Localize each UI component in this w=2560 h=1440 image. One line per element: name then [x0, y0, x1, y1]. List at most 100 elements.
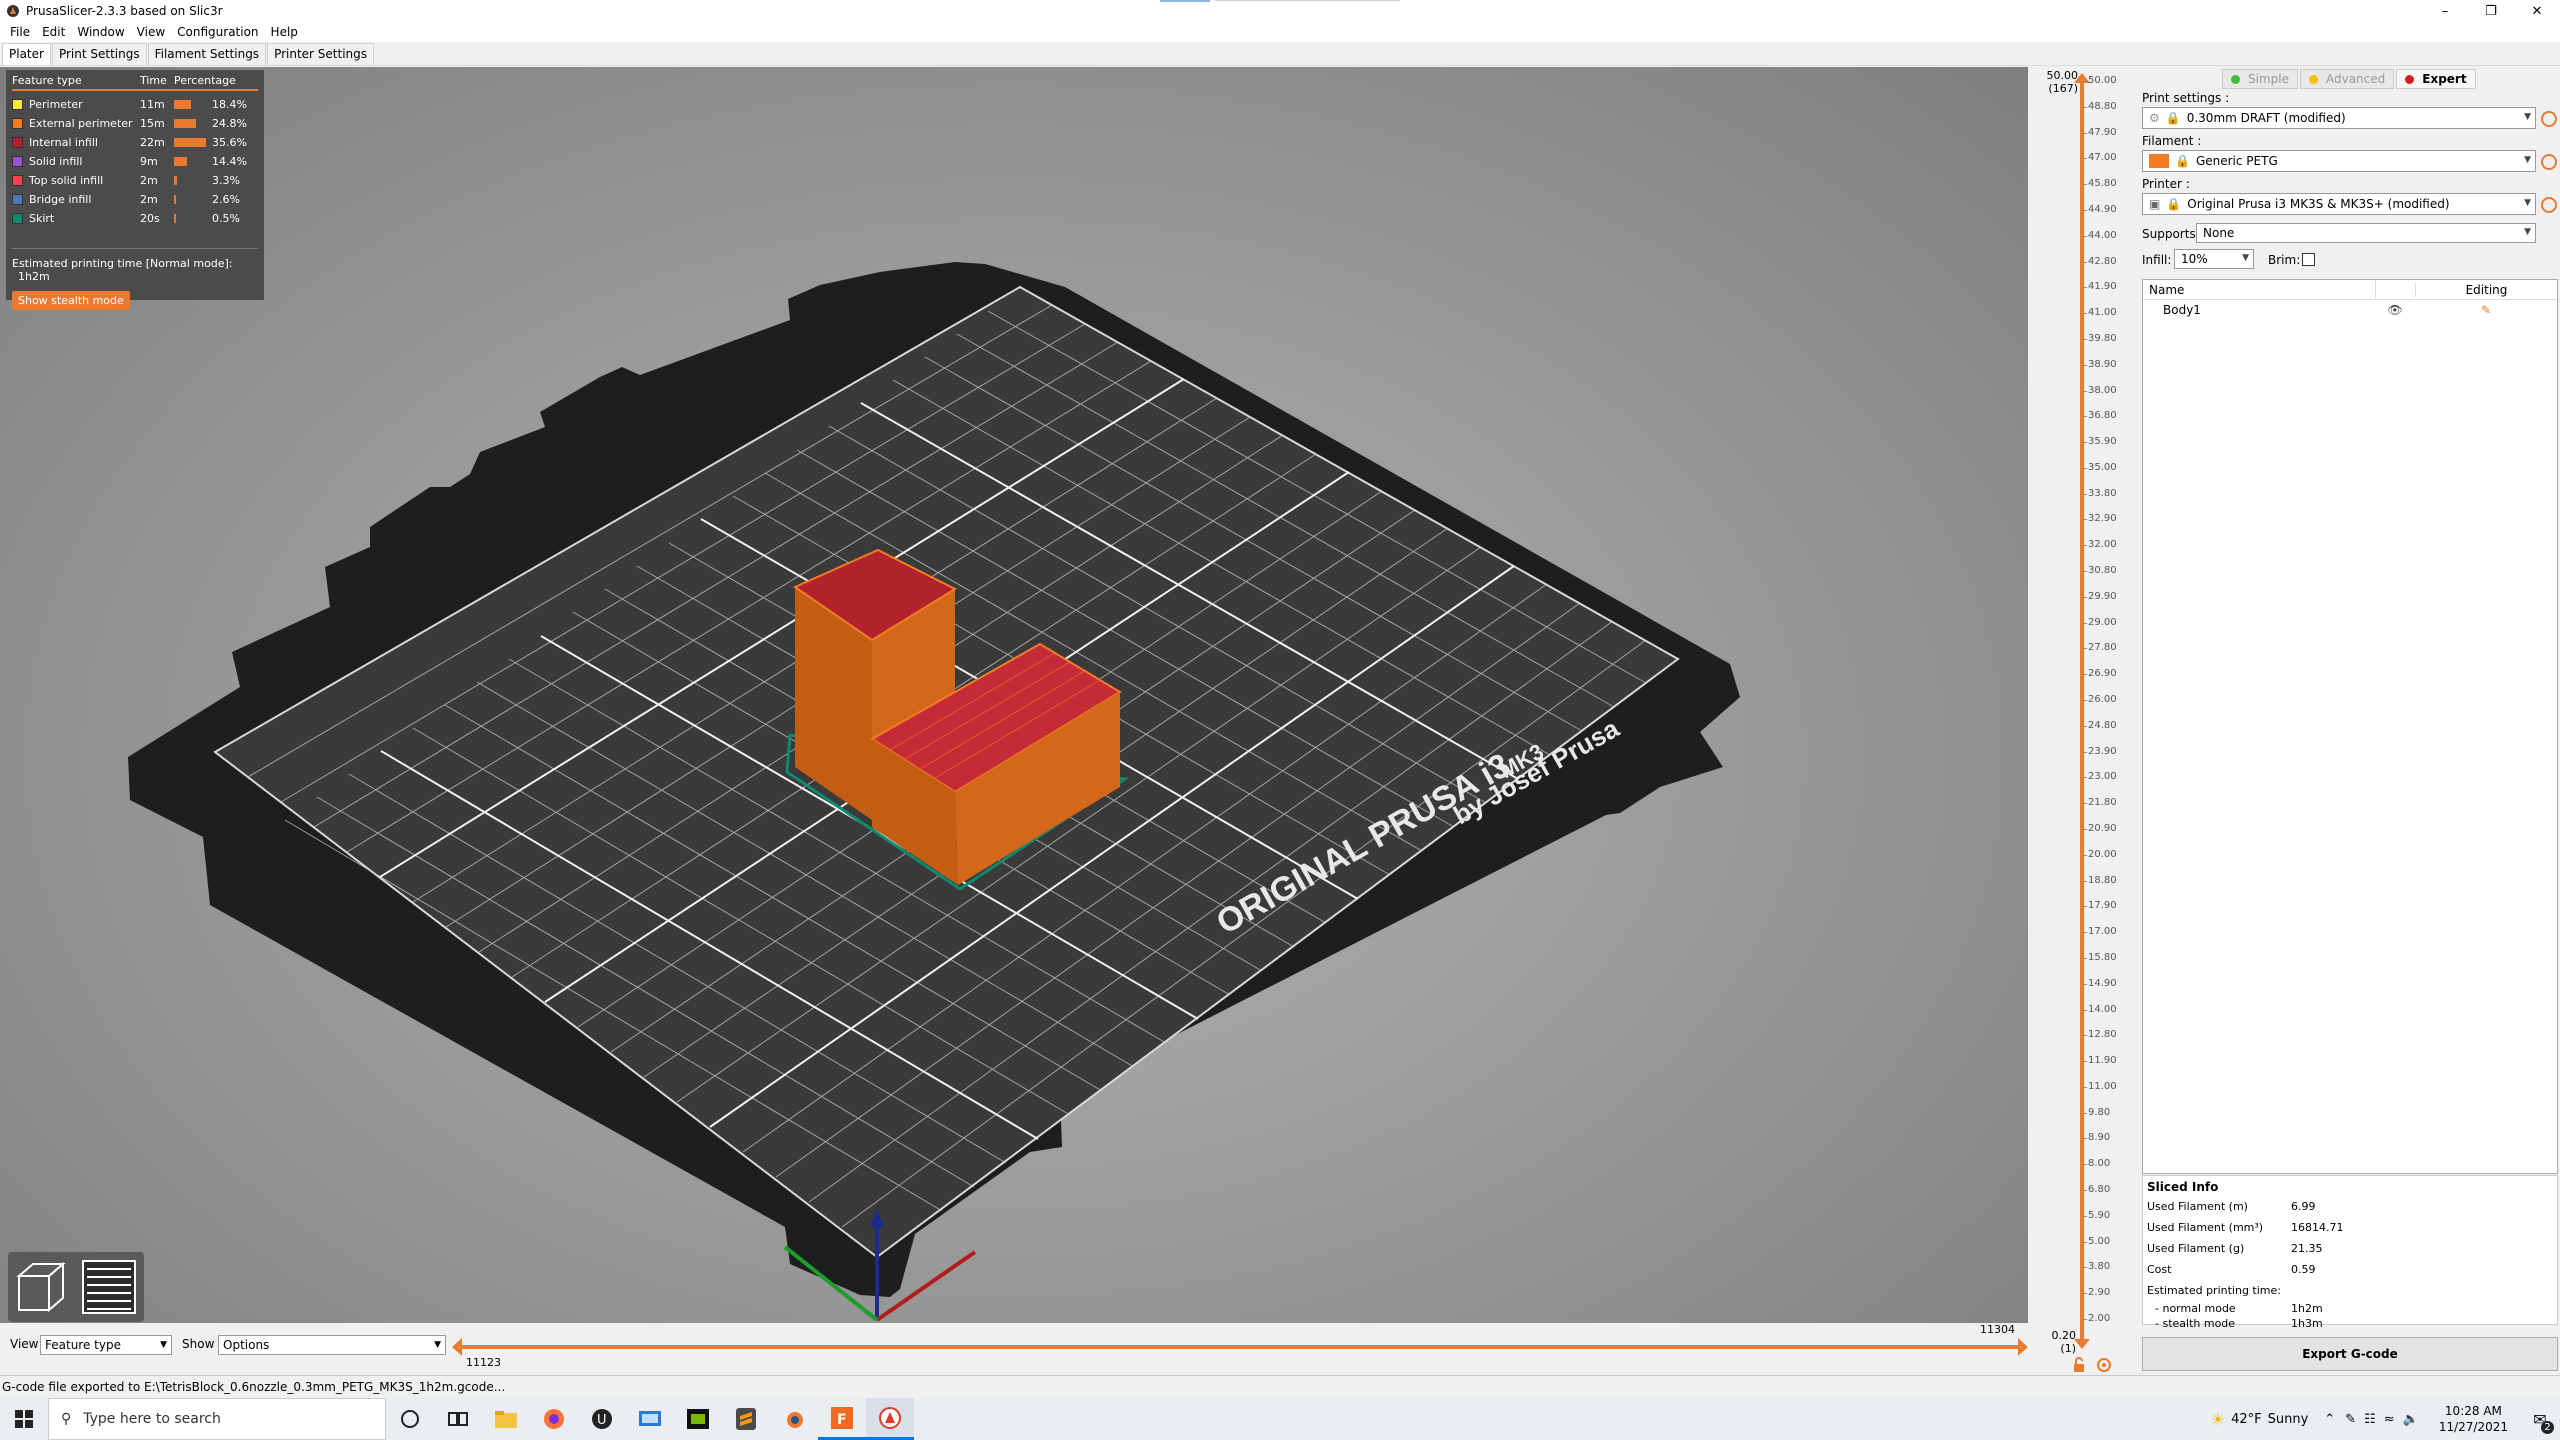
legend-time: 11m	[140, 98, 165, 111]
chevron-down-icon: ▼	[2242, 253, 2249, 263]
volume-icon[interactable]: 🔈	[2403, 1412, 2419, 1427]
layer-tick-label: 11.90	[2083, 1055, 2117, 1067]
3d-preview-canvas[interactable]: ORIGINAL PRUSA i3 MK3 by Josef Prusa	[0, 67, 2028, 1323]
file-explorer-icon[interactable]	[482, 1398, 530, 1440]
legend-row[interactable]: Perimeter 11m 18.4%	[12, 95, 258, 114]
cog-icon[interactable]	[2096, 1357, 2112, 1373]
legend-time: 2m	[140, 193, 158, 206]
nvidia-icon[interactable]	[674, 1398, 722, 1440]
layer-slider-track[interactable]	[2080, 79, 2084, 1344]
tab-printer-settings[interactable]: Printer Settings	[267, 43, 375, 65]
network-icon[interactable]: ☷	[2364, 1412, 2376, 1427]
menu-edit[interactable]: Edit	[36, 25, 71, 39]
printer-select[interactable]: ▣ 🔒 Original Prusa i3 MK3S & MK3S+ (modi…	[2142, 193, 2536, 215]
chevron-up-icon[interactable]: ⌃	[2324, 1412, 2335, 1427]
right-sidebar: Simple Advanced Expert Print settings : …	[2140, 67, 2560, 1375]
legend-row[interactable]: Internal infill 22m 35.6%	[12, 133, 258, 152]
show-stealth-mode-button[interactable]: Show stealth mode	[12, 291, 130, 310]
layer-slider[interactable]: 50.00 (167) 50.00 48.80 47.90 47.00 45.80 44.…	[2028, 67, 2140, 1375]
layer-tick-label: 17.90	[2083, 900, 2117, 912]
move-slider[interactable]	[452, 1338, 2028, 1356]
legend-feature-name: Perimeter	[29, 98, 83, 111]
remote-desktop-icon[interactable]	[626, 1398, 674, 1440]
legend-row[interactable]: Bridge infill 2m 2.6%	[12, 190, 258, 209]
menu-help[interactable]: Help	[265, 25, 304, 39]
tab-print-settings[interactable]: Print Settings	[51, 43, 147, 65]
eye-icon[interactable]: 👁	[2375, 303, 2415, 317]
export-gcode-button[interactable]: Export G-code	[2142, 1337, 2558, 1371]
legend-percentage-bar	[174, 195, 177, 204]
mode-simple-label: Simple	[2248, 72, 2289, 86]
sliced-est-title: Estimated printing time:	[2147, 1284, 2281, 1297]
window-controls: – ❐ ✕	[2422, 0, 2560, 22]
chevron-down-icon: ▼	[434, 1340, 441, 1350]
menu-configuration[interactable]: Configuration	[171, 25, 264, 39]
legend-row[interactable]: Solid infill 9m 14.4%	[12, 152, 258, 171]
object-list[interactable]: Name Editing Body1 👁 ✎	[2142, 279, 2558, 1174]
menu-file[interactable]: File	[4, 25, 36, 39]
show-options-select[interactable]: Options ▼	[218, 1335, 446, 1355]
layer-tick-label: 38.00	[2083, 384, 2117, 396]
taskbar-clock[interactable]: 10:28 AM 11/27/2021	[2439, 1403, 2508, 1435]
move-slider-right-thumb[interactable]	[2018, 1338, 2028, 1356]
view-type-select[interactable]: Feature type ▼	[40, 1335, 172, 1355]
view-layers-icon[interactable]	[79, 1257, 139, 1317]
legend-percentage-value: 2.6%	[211, 193, 240, 206]
close-button[interactable]: ✕	[2514, 0, 2560, 22]
legend-row[interactable]: Top solid infill 2m 3.3%	[12, 171, 258, 190]
pen-icon[interactable]: ✎	[2345, 1412, 2356, 1427]
cortana-icon[interactable]	[386, 1398, 434, 1440]
printer-edit-icon[interactable]	[2541, 197, 2557, 213]
filament-select[interactable]: 🔒 Generic PETG ▼	[2142, 150, 2536, 172]
brim-label: Brim:	[2268, 253, 2301, 267]
minimize-button[interactable]: –	[2422, 0, 2468, 22]
brim-checkbox[interactable]	[2302, 253, 2315, 266]
layer-slider-bottom-thumb[interactable]	[2072, 1337, 2092, 1351]
wifi-icon[interactable]: ≈	[2384, 1412, 2395, 1427]
layer-tick-label: 20.90	[2083, 822, 2117, 834]
system-tray: ☀ 42°F Sunny ⌃ ✎ ☷ ≈ 🔈 10:28 AM 11/27/20…	[2211, 1398, 2560, 1440]
view-3d-cube-icon[interactable]	[13, 1258, 69, 1316]
tab-plater[interactable]: Plater	[2, 43, 51, 65]
fusion360-icon[interactable]: F	[818, 1398, 866, 1440]
sublime-text-icon[interactable]	[722, 1398, 770, 1440]
infill-select[interactable]: 10% ▼	[2174, 249, 2254, 269]
weather-temp[interactable]: 42°F	[2231, 1412, 2262, 1427]
object-list-row[interactable]: Body1 👁 ✎	[2143, 300, 2557, 320]
mode-simple-button[interactable]: Simple	[2222, 69, 2298, 89]
unreal-engine-icon[interactable]: U	[578, 1398, 626, 1440]
supports-select[interactable]: None ▼	[2196, 223, 2536, 243]
filament-edit-icon[interactable]	[2541, 154, 2557, 170]
lock-icon[interactable]	[2072, 1357, 2086, 1373]
legend-percentage-bar	[174, 214, 176, 223]
notification-center-button[interactable]: ✉ 2	[2520, 1398, 2560, 1440]
sliced-info-row: Used Filament (m) 6.99	[2147, 1196, 2553, 1217]
mode-expert-button[interactable]: Expert	[2396, 69, 2476, 89]
print-settings-select[interactable]: ⚙ 🔒 0.30mm DRAFT (modified) ▼	[2142, 107, 2536, 129]
edit-icon[interactable]: ✎	[2415, 303, 2557, 317]
blender-icon[interactable]	[770, 1398, 818, 1440]
sliced-info-value: 21.35	[2291, 1242, 2323, 1255]
legend-feature: Skirt	[12, 212, 140, 225]
firefox-icon[interactable]	[530, 1398, 578, 1440]
menu-view[interactable]: View	[131, 25, 171, 39]
legend-row[interactable]: External perimeter 15m 24.8%	[12, 114, 258, 133]
menu-window[interactable]: Window	[71, 25, 130, 39]
mode-advanced-button[interactable]: Advanced	[2299, 69, 2395, 89]
print-settings-edit-icon[interactable]	[2541, 111, 2557, 127]
layer-tick-label: 11.00	[2083, 1080, 2117, 1092]
legend-estimated-value: 1h2m	[18, 270, 50, 283]
restore-button[interactable]: ❐	[2468, 0, 2514, 22]
legend-row[interactable]: Skirt 20s 0.5%	[12, 209, 258, 228]
layer-tick-label: 50.00	[2083, 75, 2117, 86]
weather-text[interactable]: Sunny	[2268, 1412, 2309, 1427]
move-slider-left-thumb[interactable]	[452, 1338, 462, 1356]
tab-filament-settings[interactable]: Filament Settings	[147, 43, 267, 65]
prusaslicer-taskbar-icon[interactable]	[866, 1398, 914, 1440]
windows-start-button[interactable]	[0, 1398, 48, 1440]
taskbar-search-box[interactable]: ⚲ Type here to search	[48, 1398, 386, 1440]
legend-percentage-value: 14.4%	[211, 155, 247, 168]
print-settings-label: Print settings :	[2142, 91, 2230, 105]
preview-bottom-bar: View Feature type ▼ Show Options ▼ 11304…	[0, 1323, 2028, 1375]
task-view-icon[interactable]	[434, 1398, 482, 1440]
